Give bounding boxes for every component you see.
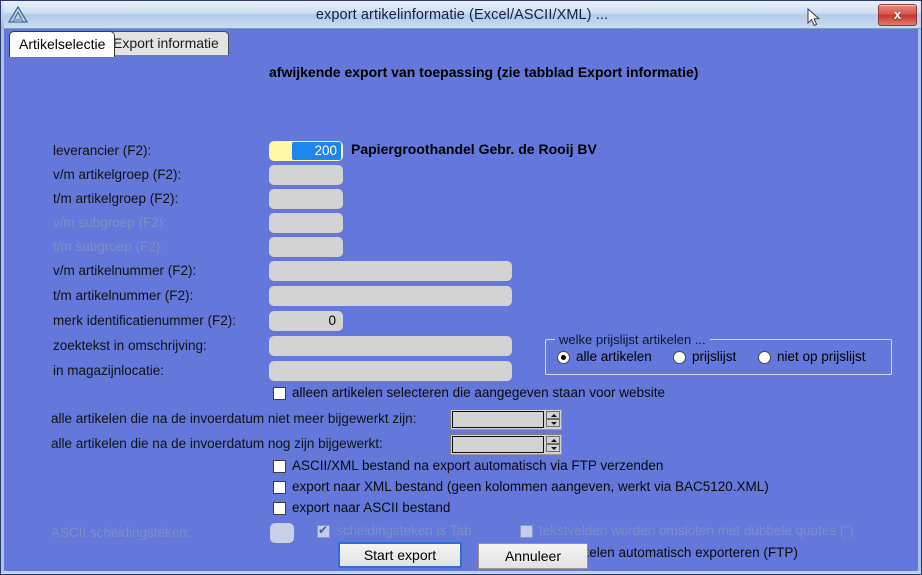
spinner-up-icon-1[interactable] [546, 411, 560, 419]
radio-prijslijst[interactable] [673, 351, 686, 364]
checkbox-label-double-quotes: tekstvelden worden omsloten met dubbele … [539, 523, 854, 538]
window-bottom-edge [1, 571, 921, 574]
input-vm-artikelnummer[interactable] [269, 261, 512, 281]
spinner-down-icon-1[interactable] [546, 419, 560, 427]
input-ascii-scheidingsteken [270, 523, 294, 543]
tab-export-informatie[interactable]: Export informatie [103, 31, 229, 55]
label-magazijnlocatie: in magazijnlocatie: [53, 363, 165, 378]
input-vm-subgroep [269, 213, 343, 233]
input-merk-identificatienummer[interactable]: 0 [269, 311, 343, 331]
label-tm-artikelgroep: t/m artikelgroep (F2): [53, 191, 179, 206]
label-tm-subgroep: t/m subgroep (F2): [53, 239, 165, 254]
date-spinner-buttons-2 [546, 436, 560, 453]
supplier-name-display: Papiergroothandel Gebr. de Rooij BV [351, 141, 597, 157]
merk-identificatienummer-value: 0 [328, 313, 336, 328]
date-input-niet-meer-bijgewerkt[interactable] [450, 409, 562, 430]
start-export-button[interactable]: Start export [338, 542, 462, 568]
radio-alle-artikelen[interactable] [557, 351, 570, 364]
label-vm-artikelgroep: v/m artikelgroep (F2): [53, 167, 182, 182]
input-leverancier[interactable]: 200 [269, 141, 343, 161]
input-tm-artikelnummer[interactable] [269, 286, 512, 306]
checkbox-tab-separator [317, 523, 330, 538]
radio-label-alle-artikelen[interactable]: alle artikelen [576, 349, 652, 364]
cancel-button[interactable]: Annuleer [478, 543, 588, 569]
label-niet-meer-bijgewerkt: alle artikelen die na de invoerdatum nie… [51, 411, 417, 426]
input-zoektekst[interactable] [269, 336, 512, 356]
close-icon: x [893, 7, 902, 22]
deviating-export-note: afwijkende export van toepassing (zie ta… [269, 64, 699, 80]
label-zoektekst: zoektekst in omschrijving: [53, 338, 207, 353]
checkbox-double-quotes [520, 525, 533, 538]
leverancier-value: 200 [292, 142, 341, 160]
spinner-up-icon-2[interactable] [546, 436, 560, 444]
prijslijst-group: welke prijslijst artikelen ... alle arti… [545, 332, 892, 375]
input-tm-subgroep [269, 237, 343, 257]
prijslijst-group-title: welke prijslijst artikelen ... [555, 332, 710, 347]
label-nog-zijn-bijgewerkt: alle artikelen die na de invoerdatum nog… [51, 436, 383, 451]
radio-niet-op-prijslijst[interactable] [758, 351, 771, 364]
radio-label-prijslijst[interactable]: prijslijst [692, 349, 736, 364]
input-vm-artikelgroep[interactable] [269, 165, 343, 185]
tab-strip: Artikelselectie Export informatie [1, 29, 921, 57]
label-vm-subgroep: v/m subgroep (F2): [53, 215, 168, 230]
export-dialog-window: export artikelinformatie (Excel/ASCII/XM… [0, 0, 922, 575]
checkbox-label-tab-separator: scheidingsteken is Tab [336, 523, 472, 538]
title-bar: export artikelinformatie (Excel/ASCII/XM… [1, 1, 921, 29]
label-tm-artikelnummer: t/m artikelnummer (F2): [53, 288, 194, 303]
dialog-body: afwijkende export van toepassing (zie ta… [1, 55, 921, 574]
date-input-nog-zijn-bijgewerkt[interactable] [450, 434, 562, 455]
close-button[interactable]: x [878, 4, 917, 26]
window-title: export artikelinformatie (Excel/ASCII/XM… [315, 7, 609, 23]
tab-artikelselectie[interactable]: Artikelselectie [9, 31, 116, 57]
checkbox-xml-export[interactable] [273, 481, 286, 494]
checkbox-label-xml-export[interactable]: export naar XML bestand (geen kolommen a… [292, 479, 769, 494]
date-input-nog-zijn-bijgewerkt-text[interactable] [452, 436, 544, 453]
checkbox-label-ftp-send[interactable]: ASCII/XML bestand na export automatisch … [292, 458, 663, 473]
checkbox-ftp-send[interactable] [273, 460, 286, 473]
spinner-down-icon-2[interactable] [546, 444, 560, 452]
radio-label-niet-op-prijslijst[interactable]: niet op prijslijst [777, 349, 866, 364]
date-input-niet-meer-bijgewerkt-text[interactable] [452, 411, 544, 428]
label-vm-artikelnummer: v/m artikelnummer (F2): [53, 263, 197, 278]
label-ascii-scheidingsteken: ASCII scheidingsteken: [51, 525, 191, 540]
input-tm-artikelgroep[interactable] [269, 189, 343, 209]
checkbox-label-ascii-export[interactable]: export naar ASCII bestand [292, 500, 450, 515]
label-leverancier: leverancier (F2): [53, 143, 152, 158]
checkbox-website[interactable] [273, 387, 286, 400]
date-spinner-buttons-1 [546, 411, 560, 428]
checkbox-label-website[interactable]: alleen artikelen selecteren die aangegev… [292, 385, 665, 400]
label-merk-identificatienummer: merk identificatienummer (F2): [53, 313, 237, 328]
checkbox-ascii-export[interactable] [273, 502, 286, 515]
input-magazijnlocatie[interactable] [269, 361, 512, 381]
